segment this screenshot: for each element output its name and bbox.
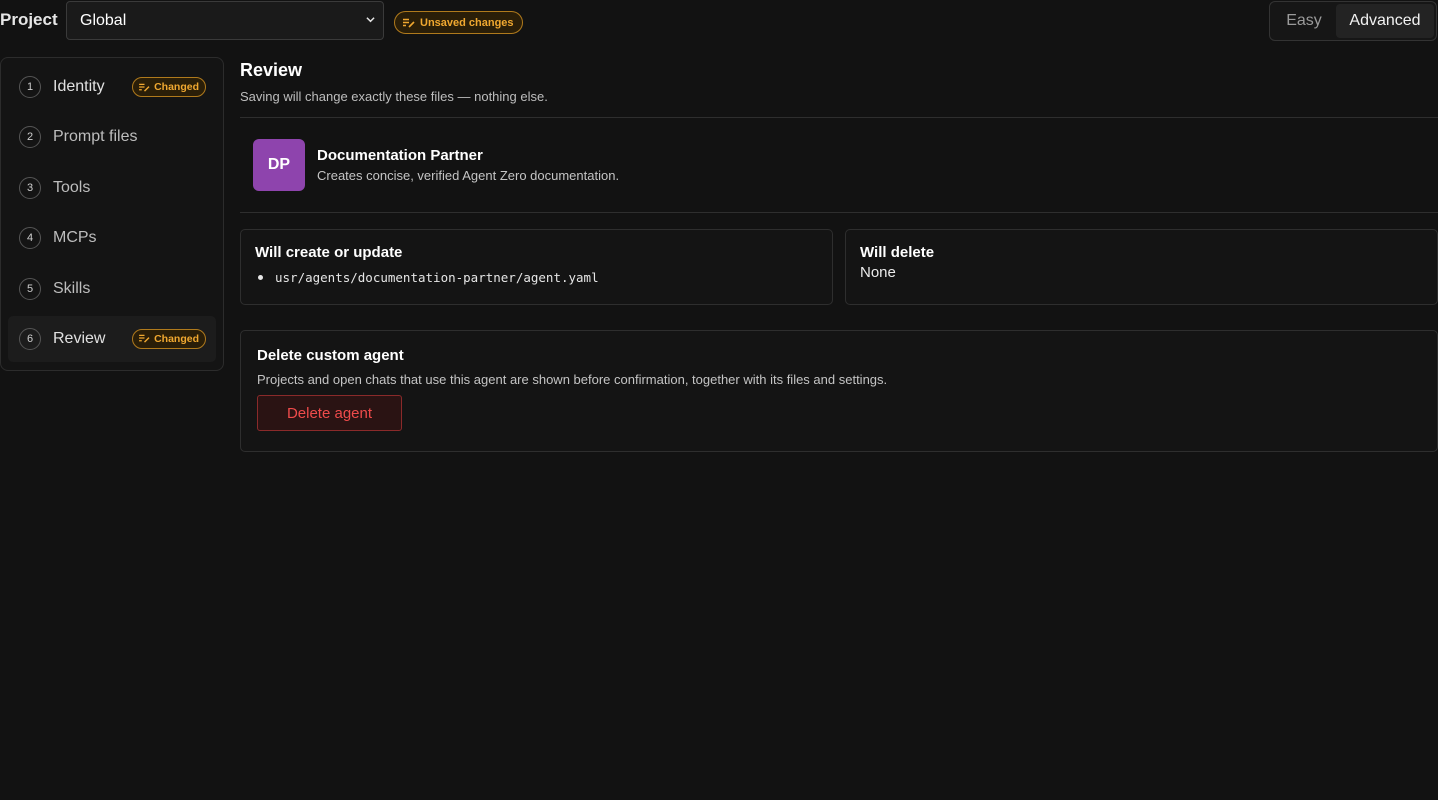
changed-badge-label: Changed (154, 81, 199, 93)
project-select-value: Global (80, 11, 127, 29)
step-number: 1 (19, 76, 41, 98)
step-number: 6 (19, 327, 41, 350)
sidebar-item-label: MCPs (53, 229, 97, 247)
edit-lines-icon (403, 18, 415, 28)
project-label: Project (0, 10, 58, 29)
agent-description: Creates concise, verified Agent Zero doc… (317, 168, 620, 183)
create-update-panel: Will create or update usr/agents/documen… (240, 229, 833, 305)
sidebar-item-tools[interactable]: 3 Tools (8, 165, 216, 211)
delete-agent-title: Delete custom agent (257, 347, 404, 364)
top-bar: Project Global Unsaved changes Easy Adva… (0, 0, 1438, 44)
page-title: Review (240, 60, 303, 80)
agent-name: Documentation Partner (317, 147, 483, 164)
sidebar-item-review[interactable]: 6 Review Changed (8, 315, 216, 362)
step-number: 4 (19, 227, 41, 250)
unsaved-changes-badge: Unsaved changes (394, 11, 523, 34)
sidebar-item-prompt-files[interactable]: 2 Prompt files (8, 114, 216, 160)
delete-agent-button[interactable]: Delete agent (257, 395, 402, 431)
sidebar-item-mcps[interactable]: 4 MCPs (8, 215, 216, 261)
will-delete-panel: Will delete None (845, 229, 1438, 305)
sidebar-item-label: Prompt files (53, 128, 138, 146)
list-item: usr/agents/documentation-partner/agent.y… (255, 270, 818, 285)
unsaved-changes-label: Unsaved changes (420, 16, 514, 29)
mode-toggle: Easy Advanced (1269, 1, 1437, 41)
agent-summary: DP Documentation Partner Creates concise… (240, 118, 1438, 212)
avatar: DP (253, 139, 305, 191)
mode-advanced-button[interactable]: Advanced (1336, 4, 1434, 38)
sidebar-item-label: Review (53, 329, 106, 347)
changed-badge: Changed (132, 77, 206, 97)
project-select[interactable]: Global (66, 1, 384, 40)
sidebar-item-label: Tools (53, 178, 91, 196)
review-panel: Review Saving will change exactly these … (240, 57, 1438, 452)
file-path: usr/agents/documentation-partner/agent.y… (275, 270, 599, 285)
sidebar-item-label: Skills (53, 279, 91, 297)
chevron-down-icon (366, 17, 375, 23)
changed-badge: Changed (132, 328, 206, 349)
divider (240, 212, 1438, 213)
will-delete-value: None (860, 264, 896, 281)
edit-lines-icon (139, 335, 150, 344)
step-number: 2 (19, 126, 41, 149)
file-list: usr/agents/documentation-partner/agent.y… (255, 270, 818, 285)
steps-sidebar: 1 Identity Changed 2 Prompt files 3 Tool… (0, 57, 224, 371)
edit-lines-icon (139, 83, 150, 92)
step-number: 5 (19, 277, 41, 300)
sidebar-item-skills[interactable]: 5 Skills (8, 266, 216, 312)
sidebar-item-label: Identity (53, 78, 105, 95)
delete-agent-card: Delete custom agent Projects and open ch… (240, 330, 1438, 452)
sidebar-item-identity[interactable]: 1 Identity Changed (8, 64, 216, 110)
mode-easy-button[interactable]: Easy (1272, 4, 1336, 38)
changed-badge-label: Changed (154, 332, 199, 345)
will-delete-title: Will delete (860, 244, 935, 261)
delete-agent-description: Projects and open chats that use this ag… (257, 372, 888, 387)
create-update-title: Will create or update (255, 244, 403, 261)
step-number: 3 (19, 176, 41, 199)
page-subtitle: Saving will change exactly these files —… (240, 89, 548, 104)
bullet-icon (258, 275, 263, 280)
